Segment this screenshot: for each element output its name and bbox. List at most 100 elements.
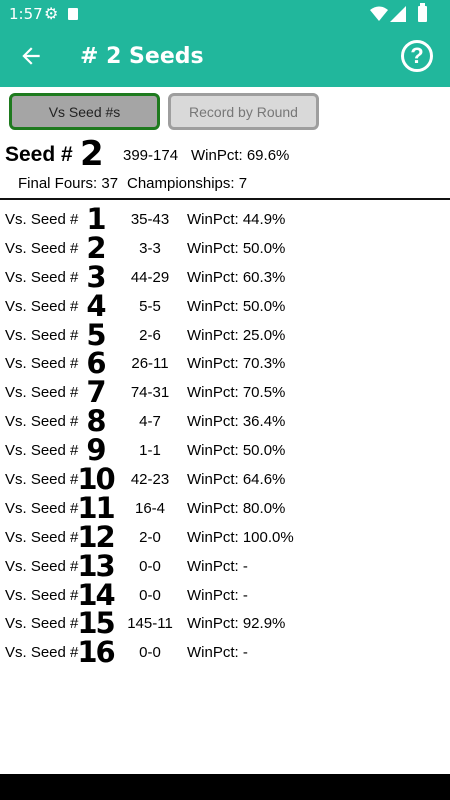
row-label: Vs. Seed # bbox=[5, 644, 79, 662]
matchup-row: Vs. Seed # 13 0-0 WinPct: - bbox=[0, 548, 450, 583]
opponent-seed: 5 bbox=[86, 317, 106, 352]
seed-label: Seed # bbox=[5, 143, 73, 166]
opponent-seed: 15 bbox=[77, 606, 115, 641]
row-winpct: WinPct: 92.9% bbox=[187, 615, 286, 633]
row-record: 3-3 bbox=[139, 239, 161, 257]
row-winpct: WinPct: - bbox=[187, 586, 248, 604]
opponent-seed: 10 bbox=[77, 462, 115, 497]
divider bbox=[0, 198, 450, 200]
row-winpct: WinPct: - bbox=[187, 644, 248, 662]
seed-summary: Seed # 2 399-174 WinPct: 69.6% Final Fou… bbox=[0, 134, 450, 199]
opponent-seed: 12 bbox=[77, 519, 115, 554]
signal-icon bbox=[390, 6, 406, 22]
row-winpct: WinPct: 50.0% bbox=[187, 297, 286, 315]
opponent-seed: 7 bbox=[86, 375, 106, 410]
row-winpct: WinPct: - bbox=[187, 557, 248, 575]
opponent-seed: 1 bbox=[86, 202, 106, 236]
row-winpct: WinPct: 36.4% bbox=[187, 413, 286, 431]
row-winpct: WinPct: 50.0% bbox=[187, 239, 286, 257]
row-winpct: WinPct: 25.0% bbox=[187, 326, 286, 344]
sd-card-icon bbox=[68, 8, 78, 20]
status-bar: 1:57 ⚙ bbox=[0, 0, 450, 29]
row-record: 0-0 bbox=[139, 644, 161, 662]
row-label: Vs. Seed # bbox=[5, 471, 79, 489]
seed-number: 2 bbox=[80, 134, 104, 174]
matchup-row: Vs. Seed # 8 4-7 WinPct: 36.4% bbox=[0, 407, 450, 436]
opponent-seed: 11 bbox=[77, 490, 115, 525]
matchup-row: Vs. Seed # 7 74-31 WinPct: 70.5% bbox=[0, 378, 450, 407]
row-record: 0-0 bbox=[139, 586, 161, 604]
matchup-row: Vs. Seed # 9 1-1 WinPct: 50.0% bbox=[0, 436, 450, 465]
row-record: 35-43 bbox=[130, 211, 170, 228]
opponent-seed: 14 bbox=[77, 577, 115, 612]
row-label: Vs. Seed # bbox=[5, 499, 79, 517]
row-winpct: WinPct: 50.0% bbox=[187, 442, 286, 460]
row-record: 5-5 bbox=[139, 297, 161, 315]
status-time: 1:57 bbox=[9, 5, 43, 23]
matchup-row: Vs. Seed # 11 16-4 WinPct: 80.0% bbox=[0, 490, 450, 525]
row-record: 4-7 bbox=[139, 413, 161, 431]
row-label: Vs. Seed # bbox=[5, 326, 79, 344]
opponent-seed: 9 bbox=[86, 433, 106, 468]
row-winpct: WinPct: 70.5% bbox=[187, 384, 286, 402]
row-winpct: WinPct: 80.0% bbox=[187, 499, 286, 517]
tab-record-by-round[interactable]: Record by Round bbox=[168, 93, 319, 130]
battery-icon bbox=[418, 3, 427, 22]
row-record: 42-23 bbox=[130, 471, 170, 489]
matchup-row: Vs. Seed # 1 35-43 WinPct: 44.9% bbox=[0, 205, 450, 234]
final-fours: Final Fours: 37 bbox=[18, 175, 119, 192]
matchup-row: Vs. Seed # 14 0-0 WinPct: - bbox=[0, 577, 450, 612]
row-record: 26-11 bbox=[131, 355, 169, 373]
matchup-row: Vs. Seed # 16 0-0 WinPct: - bbox=[0, 638, 450, 667]
matchup-row: Vs. Seed # 4 5-5 WinPct: 50.0% bbox=[0, 288, 450, 323]
row-winpct: WinPct: 64.6% bbox=[187, 471, 286, 489]
row-record: 1-1 bbox=[139, 442, 161, 460]
row-label: Vs. Seed # bbox=[5, 297, 79, 315]
tab-vs-seeds[interactable]: Vs Seed #s bbox=[9, 93, 160, 130]
opponent-seed: 4 bbox=[86, 288, 106, 323]
row-winpct: WinPct: 100.0% bbox=[187, 528, 294, 546]
row-label: Vs. Seed # bbox=[5, 615, 79, 633]
overall-winpct: WinPct: 69.6% bbox=[191, 147, 290, 164]
row-label: Vs. Seed # bbox=[5, 557, 79, 575]
app-bar: # 2 Seeds ? bbox=[0, 29, 450, 87]
row-label: Vs. Seed # bbox=[5, 384, 79, 402]
row-label: Vs. Seed # bbox=[5, 586, 79, 604]
championships: Championships: 7 bbox=[127, 175, 248, 192]
matchup-list: Vs. Seed # 1 35-43 WinPct: 44.9% Vs. See… bbox=[0, 205, 450, 667]
matchup-row: Vs. Seed # 3 44-29 WinPct: 60.3% bbox=[0, 259, 450, 294]
matchup-row: Vs. Seed # 12 2-0 WinPct: 100.0% bbox=[0, 519, 450, 554]
row-record: 0-0 bbox=[139, 557, 161, 575]
row-record: 44-29 bbox=[130, 268, 170, 286]
row-winpct: WinPct: 70.3% bbox=[187, 355, 286, 373]
navigation-bar bbox=[0, 774, 450, 800]
row-label: Vs. Seed # bbox=[5, 413, 79, 431]
help-icon[interactable]: ? bbox=[401, 40, 433, 72]
matchup-row: Vs. Seed # 15 145-11 WinPct: 92.9% bbox=[0, 609, 450, 638]
row-winpct: WinPct: 44.9% bbox=[187, 211, 286, 228]
opponent-seed: 16 bbox=[77, 635, 115, 670]
matchup-row: Vs. Seed # 2 3-3 WinPct: 50.0% bbox=[0, 230, 450, 265]
row-record: 74-31 bbox=[130, 384, 170, 402]
row-label: Vs. Seed # bbox=[5, 355, 79, 373]
row-winpct: WinPct: 60.3% bbox=[187, 268, 286, 286]
matchup-row: Vs. Seed # 6 26-11 WinPct: 70.3% bbox=[0, 349, 450, 378]
opponent-seed: 8 bbox=[86, 404, 106, 439]
opponent-seed: 3 bbox=[86, 259, 106, 294]
opponent-seed: 6 bbox=[86, 346, 106, 381]
row-label: Vs. Seed # bbox=[5, 268, 79, 286]
opponent-seed: 2 bbox=[86, 230, 106, 265]
row-label: Vs. Seed # bbox=[5, 239, 79, 257]
row-label: Vs. Seed # bbox=[5, 528, 79, 546]
row-record: 2-0 bbox=[139, 528, 161, 546]
row-label: Vs. Seed # bbox=[5, 442, 79, 460]
back-arrow-icon[interactable] bbox=[18, 43, 44, 69]
overall-record: 399-174 bbox=[123, 147, 179, 164]
opponent-seed: 13 bbox=[77, 548, 115, 583]
row-record: 145-11 bbox=[127, 615, 173, 633]
matchup-row: Vs. Seed # 5 2-6 WinPct: 25.0% bbox=[0, 317, 450, 352]
matchup-row: Vs. Seed # 10 42-23 WinPct: 64.6% bbox=[0, 465, 450, 494]
gear-icon: ⚙ bbox=[44, 6, 59, 23]
row-label: Vs. Seed # bbox=[5, 211, 79, 228]
row-record: 16-4 bbox=[134, 499, 166, 517]
